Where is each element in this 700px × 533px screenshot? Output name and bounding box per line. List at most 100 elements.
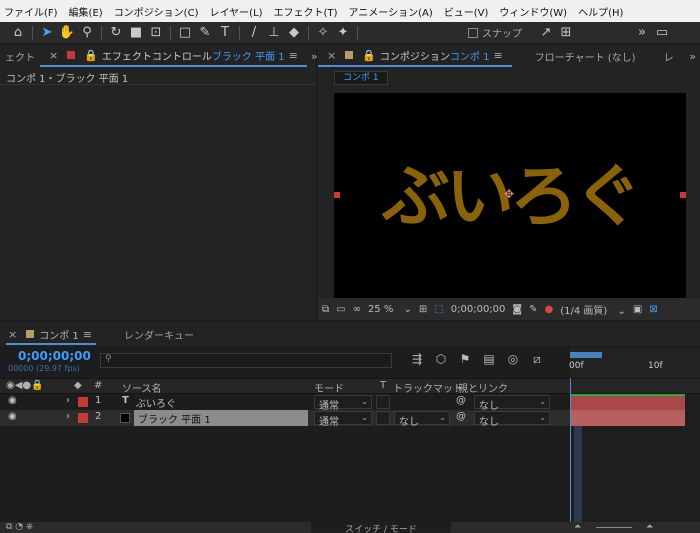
grid-icon[interactable]: ⊞ — [419, 304, 427, 315]
panel-overflow-icon[interactable]: » — [311, 50, 318, 63]
comp-flowchart-icon[interactable]: ⇶ — [405, 352, 429, 367]
status-icons[interactable]: ⧉ ◔ ⎈ — [6, 522, 33, 532]
transparency-grid-icon[interactable]: ⊠ — [649, 304, 657, 315]
pick-whip-icon[interactable]: @ — [456, 395, 466, 406]
layer-row[interactable]: ◉ › 2 ブラック 平面 1 通常 ⌄ なし ⌄ @ なし ⌄ — [0, 410, 570, 428]
menu-animation[interactable]: アニメーション(A) — [348, 4, 432, 19]
playhead[interactable] — [570, 378, 571, 522]
snap-edge-icon[interactable]: ↗ — [536, 24, 556, 42]
panel-menu-icon[interactable]: ≡ — [83, 328, 92, 341]
zoom-out-icon[interactable]: ⏶ — [574, 522, 581, 532]
home-icon[interactable]: ⌂ — [8, 24, 28, 42]
switch-mode-toggle[interactable]: スイッチ / モード — [311, 522, 451, 533]
frame-blending-icon[interactable]: ▤ — [477, 352, 501, 367]
transform-handle-right[interactable] — [680, 192, 686, 198]
layer-name[interactable]: ブラック 平面 1 — [138, 411, 211, 426]
layer-parent-dropdown[interactable]: なし ⌄ — [474, 411, 550, 428]
menu-layer[interactable]: レイヤー(L) — [209, 4, 262, 19]
comp-subtab[interactable]: コンポ 1 — [334, 71, 388, 85]
timeline-track-area[interactable] — [570, 378, 700, 522]
menu-help[interactable]: ヘルプ(H) — [578, 4, 623, 19]
fast-preview-icon[interactable]: ▣ — [633, 304, 642, 315]
shy-icon[interactable]: ⚑ — [453, 352, 477, 367]
layer-label-color[interactable] — [78, 397, 88, 407]
tab-flowchart[interactable]: フローチャート (なし) — [530, 45, 641, 67]
anchor-point-icon[interactable]: ✥ — [504, 187, 514, 201]
menu-file[interactable]: ファイル(F) — [4, 4, 58, 19]
motion-blur-icon[interactable]: ◎ — [501, 352, 525, 367]
puppet-pin-tool-icon[interactable]: ✦ — [333, 24, 353, 42]
lock-icon[interactable]: 🔒 — [84, 49, 98, 62]
snap-feature-icon[interactable]: ⊞ — [556, 24, 576, 42]
always-preview-icon[interactable]: ⧉ — [322, 304, 329, 315]
pen-tool-icon[interactable]: ✎ — [195, 24, 215, 42]
close-tab-icon[interactable]: × — [49, 49, 58, 62]
snap-checkbox[interactable] — [468, 27, 478, 38]
work-area-bar[interactable] — [570, 352, 602, 358]
expand-chevron-icon[interactable]: › — [66, 395, 70, 406]
menu-view[interactable]: ビュー(V) — [444, 4, 489, 19]
preserve-transparency-toggle[interactable] — [376, 411, 390, 425]
resolution-dropdown[interactable]: (1/4 画質) ⌄ — [560, 302, 626, 317]
zoom-in-icon[interactable]: ⏶ — [646, 522, 653, 532]
menu-window[interactable]: ウィンドウ(W) — [499, 4, 567, 19]
tab-composition[interactable]: × 🔒 コンポジション コンポ 1 ≡ — [318, 45, 512, 67]
panel-menu-icon[interactable]: ≡ — [493, 49, 502, 62]
track-matte-dropdown[interactable]: なし ⌄ — [394, 411, 450, 428]
menu-edit[interactable]: 編集(E) — [69, 4, 103, 19]
layer-row[interactable]: ◉ › 1 T ぶいろぐ 通常 ⌄ @ なし ⌄ — [0, 394, 570, 412]
layer-mode-dropdown[interactable]: 通常 ⌄ — [314, 411, 372, 428]
lock-icon[interactable]: 🔒 — [362, 49, 376, 62]
zoom-dropdown[interactable]: 25 % ⌄ — [368, 304, 412, 315]
timeline-timecode[interactable]: 0;00;00;00 — [18, 349, 91, 363]
menu-effect[interactable]: エフェクト(T) — [274, 4, 338, 19]
menu-composition[interactable]: コンポジション(C) — [114, 4, 199, 19]
zoom-slider[interactable] — [596, 527, 632, 528]
layer-mode-dropdown[interactable]: 通常 ⌄ — [314, 395, 372, 412]
viewer-timecode[interactable]: 0;00;00;00 — [451, 304, 506, 315]
camera-tool-icon[interactable]: ■ — [126, 24, 146, 42]
tab-project-partial[interactable]: ェクト — [0, 45, 40, 67]
panel-overflow-icon[interactable]: » — [689, 50, 696, 63]
transform-handle-left[interactable] — [334, 192, 340, 198]
show-snapshot-icon[interactable]: ✎ — [529, 304, 537, 315]
layer-1-duration-bar[interactable] — [570, 394, 685, 410]
layer-name[interactable]: ぶいろぐ — [136, 395, 176, 410]
region-of-interest-icon[interactable]: ⬚ — [434, 304, 443, 315]
draft-3d-icon[interactable]: ⬡ — [429, 352, 453, 367]
col-source-name[interactable]: ソース名 — [122, 380, 162, 395]
close-tab-icon[interactable]: × — [327, 49, 336, 62]
visibility-eye-icon[interactable]: ◉ — [8, 411, 17, 422]
shape-tool-icon[interactable]: □ — [175, 24, 195, 42]
brush-tool-icon[interactable]: / — [244, 24, 264, 42]
workspace-icon[interactable]: ▭ — [652, 24, 672, 42]
layer-label-color[interactable] — [78, 413, 88, 423]
monitor-icon[interactable]: ▭ — [336, 304, 345, 315]
expand-chevron-icon[interactable]: › — [66, 411, 70, 422]
tab-layer-partial[interactable]: レ — [659, 45, 679, 67]
clone-stamp-tool-icon[interactable]: ⊥ — [264, 24, 284, 42]
rotate-tool-icon[interactable]: ↻ — [106, 24, 126, 42]
tab-effect-controls[interactable]: × 🔒 エフェクトコントロール ブラック 平面 1 ≡ — [40, 45, 307, 67]
layer-parent-dropdown[interactable]: なし ⌄ — [474, 395, 550, 412]
snap-toggle[interactable]: スナップ — [468, 25, 522, 40]
tab-render-queue[interactable]: レンダーキュー — [124, 327, 194, 342]
pick-whip-icon[interactable]: @ — [456, 411, 466, 422]
selection-tool-icon[interactable]: ➤ — [37, 24, 57, 42]
channel-icon[interactable]: ● — [545, 304, 554, 315]
toolbar-overflow-icon[interactable]: » — [632, 24, 652, 42]
roto-brush-tool-icon[interactable]: ✧ — [313, 24, 333, 42]
graph-editor-icon[interactable]: ⧄ — [525, 352, 549, 367]
layer-search-input[interactable]: ⚲ — [100, 353, 392, 368]
type-tool-icon[interactable]: T — [215, 24, 235, 42]
panel-menu-icon[interactable]: ≡ — [289, 49, 298, 62]
pan-behind-tool-icon[interactable]: ⊡ — [146, 24, 166, 42]
composition-viewer[interactable]: ぶいろぐ ✥ — [334, 93, 686, 298]
close-tab-icon[interactable]: × — [8, 328, 17, 341]
zoom-tool-icon[interactable]: ⚲ — [77, 24, 97, 42]
layer-2-duration-bar[interactable] — [570, 410, 685, 426]
hand-tool-icon[interactable]: ✋ — [57, 24, 77, 42]
vr-icon[interactable]: ∞ — [353, 304, 361, 315]
visibility-eye-icon[interactable]: ◉ — [8, 395, 17, 406]
time-ruler[interactable]: 00f 10f — [569, 348, 700, 378]
